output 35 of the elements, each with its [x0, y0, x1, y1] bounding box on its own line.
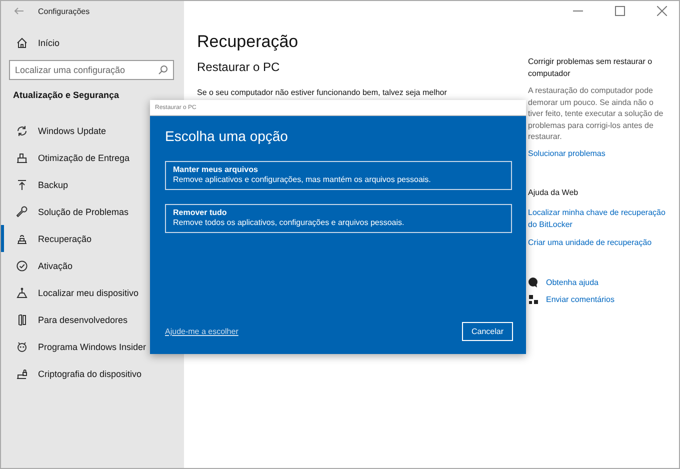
section-heading: Atualização e Segurança: [13, 90, 120, 100]
maximize-icon[interactable]: [615, 6, 625, 16]
sidebar-item[interactable]: Localizar meu dispositivo: [1, 279, 184, 306]
sidebar-item[interactable]: Criptografia do dispositivo: [1, 360, 184, 387]
option-button[interactable]: Remover tudo Remove todos os aplicativos, configurações e arquivos pessoais.: [165, 204, 512, 233]
search-icon: [158, 65, 168, 75]
section-title: Restaurar o PC: [197, 60, 281, 74]
close-icon[interactable]: [657, 6, 667, 16]
backup-icon: [16, 178, 28, 190]
help-action-link[interactable]: Enviar comentários: [546, 294, 614, 306]
page-title: Recuperação: [197, 32, 300, 52]
troubleshoot-link[interactable]: Solucionar problemas: [528, 148, 666, 160]
web-help-link[interactable]: Localizar minha chave de recuperação do BitLocker: [528, 206, 666, 230]
cancel-button[interactable]: Cancelar: [462, 322, 513, 341]
wrench-icon: [16, 206, 28, 218]
window-title: Configurações: [38, 6, 90, 16]
check-circle-icon: [16, 260, 28, 272]
help-text: A restauração do computador pode demorar um pouco. Se ainda não o tiver feito, tente executar a solução de problemas para corrigi-los antes de restaurar.: [528, 85, 664, 142]
back-arrow-icon[interactable]: [14, 7, 24, 15]
help-action-link[interactable]: Obtenha ajuda: [546, 276, 598, 288]
help-choose-link[interactable]: Ajude-me a escolher: [165, 327, 238, 336]
feedback-icon: [528, 294, 539, 305]
description-text: Se o seu computador não estiver funcionando bem, talvez seja melhor: [197, 88, 448, 97]
help-title: Corrigir problemas sem restaurar o computador: [528, 56, 654, 80]
web-help-title: Ajuda da Web: [528, 186, 580, 198]
home-icon: [16, 36, 28, 48]
option-button[interactable]: Manter meus arquivos Remove aplicativos e configurações, mas mantém os arquivos pessoais.: [165, 161, 512, 190]
sync-icon: [16, 124, 28, 136]
laptop-lock-icon: [16, 368, 28, 380]
dialog-heading: Escolha uma opção: [165, 128, 289, 144]
sidebar-item[interactable]: Ativação: [1, 252, 184, 279]
sidebar-item[interactable]: Início: [1, 29, 184, 56]
search-field[interactable]: Localizar uma configuração: [9, 60, 174, 80]
web-help-link[interactable]: Criar uma unidade de recuperação: [528, 236, 666, 248]
help-bubble-icon: [528, 277, 539, 288]
